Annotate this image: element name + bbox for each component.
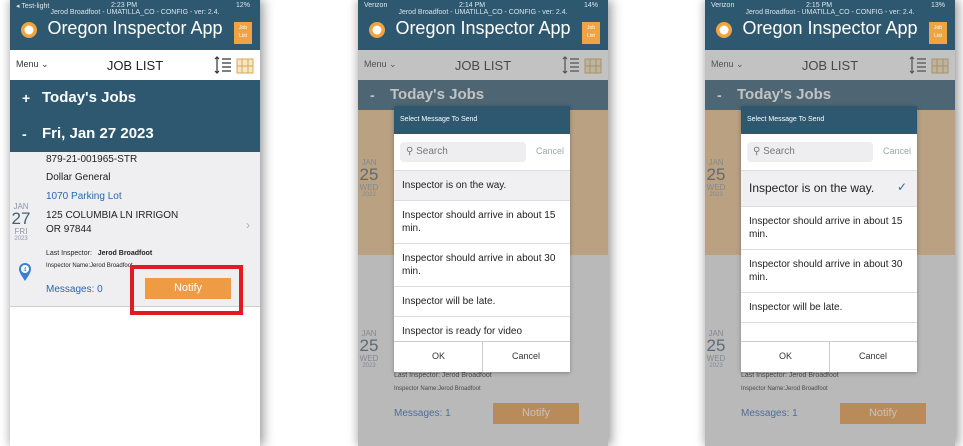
- status-bar: Verizon 2:15 PM 13%: [711, 2, 949, 9]
- message-option[interactable]: Inspector is on the way.: [394, 171, 570, 201]
- app-title: Oregon Inspector App: [395, 18, 571, 38]
- job-list-button[interactable]: Job List: [234, 22, 252, 44]
- job-id: 879-21-001965-STR: [46, 154, 138, 165]
- dialog-title: Select Message To Send: [394, 106, 570, 134]
- highlight-box: [130, 265, 243, 315]
- location-pin-icon: 4: [19, 263, 31, 281]
- app-title: Oregon Inspector App: [47, 18, 223, 38]
- job-list-button[interactable]: Job List: [582, 22, 600, 44]
- job-list-button[interactable]: Job List: [929, 22, 947, 44]
- dialog-footer: OK Cancel: [394, 341, 570, 372]
- last-inspector: Last Inspector: Jerod Broadfoot: [46, 250, 153, 257]
- battery: 14%: [583, 2, 598, 9]
- cancel-button[interactable]: Cancel: [512, 351, 540, 361]
- message-option[interactable]: Inspector should arrive in about 15 min.: [741, 207, 917, 250]
- user-config-line: Jerod Broadfoot - UMATILLA_CO - CONFIG -…: [398, 9, 568, 16]
- select-message-dialog: Select Message To Send ⚲ Search Cancel I…: [741, 106, 917, 372]
- user-config-line: Jerod Broadfoot - UMATILLA_CO - CONFIG -…: [50, 9, 220, 16]
- dialog-title: Select Message To Send: [741, 106, 917, 134]
- app-header: ◂ Test-light 2:23 PM 12% Jerod Broadfoot…: [10, 0, 260, 50]
- search-cancel-button[interactable]: Cancel: [536, 146, 564, 156]
- phone-screen-message-selected: Verizon 2:15 PM 13% Jerod Broadfoot - UM…: [705, 0, 955, 446]
- carrier: Verizon: [711, 2, 735, 9]
- search-cancel-button[interactable]: Cancel: [883, 146, 911, 156]
- message-option[interactable]: Inspector should arrive in about 30 min.: [394, 244, 570, 287]
- group-header-date[interactable]: - Fri, Jan 27 2023: [10, 116, 260, 152]
- user-config-line: Jerod Broadfoot - UMATILLA_CO - CONFIG -…: [745, 9, 915, 16]
- ok-button[interactable]: OK: [779, 351, 792, 361]
- message-option[interactable]: Inspector should arrive in about 15 min.: [394, 201, 570, 244]
- messages-link[interactable]: Messages: 0: [46, 284, 103, 295]
- search-icon: ⚲: [753, 146, 761, 157]
- sort-icon[interactable]: [214, 55, 232, 75]
- clock: 2:14 PM: [459, 2, 486, 9]
- battery: 13%: [930, 2, 945, 9]
- job-business: Dollar General: [46, 172, 111, 183]
- job-address-line2: OR 97844: [46, 224, 92, 235]
- status-bar: Verizon 2:14 PM 14%: [364, 2, 602, 9]
- divider: [482, 342, 483, 372]
- message-option[interactable]: Inspector should arrive in about 30 min.: [741, 250, 917, 293]
- divider: [829, 342, 830, 372]
- select-message-dialog: Select Message To Send ⚲ Search Cancel I…: [394, 106, 570, 372]
- dialog-footer: OK Cancel: [741, 341, 917, 372]
- search-input[interactable]: ⚲ Search: [747, 142, 873, 162]
- dialog-search-bar: ⚲ Search Cancel: [394, 134, 570, 171]
- search-icon: ⚲: [406, 146, 414, 157]
- ok-button[interactable]: OK: [432, 351, 445, 361]
- cancel-button[interactable]: Cancel: [859, 351, 887, 361]
- group-header-todays-jobs[interactable]: + Today's Jobs: [10, 80, 260, 116]
- message-option-selected[interactable]: Inspector is on the way. ✓: [741, 171, 917, 207]
- map-icon[interactable]: [236, 58, 254, 74]
- chevron-right-icon: ›: [246, 218, 250, 232]
- phone-screen-message-dialog: Verizon 2:14 PM 14% Jerod Broadfoot - UM…: [358, 0, 608, 446]
- message-option[interactable]: Inspector will be late.: [394, 287, 570, 317]
- phone-screen-job-list: ◂ Test-light 2:23 PM 12% Jerod Broadfoot…: [10, 0, 260, 446]
- app-title: Oregon Inspector App: [742, 18, 918, 38]
- checkmark-icon: ✓: [896, 180, 907, 194]
- battery: 12%: [235, 2, 250, 9]
- job-date: JAN 27 FRI 2023: [11, 202, 31, 242]
- job-card[interactable]: 879-21-001965-STR Dollar General 1070 Pa…: [10, 152, 260, 315]
- app-header: Verizon 2:14 PM 14% Jerod Broadfoot - UM…: [358, 0, 608, 50]
- dialog-search-bar: ⚲ Search Cancel: [741, 134, 917, 171]
- carrier: Verizon: [364, 2, 388, 9]
- inspector-name: Inspector Name:Jerod Broadfoot: [46, 263, 133, 269]
- job-type: 1070 Parking Lot: [46, 191, 122, 202]
- clock: 2:15 PM: [806, 2, 833, 9]
- job-address-line1: 125 COLUMBIA LN IRRIGON: [46, 210, 179, 221]
- app-header: Verizon 2:15 PM 13% Jerod Broadfoot - UM…: [705, 0, 955, 50]
- clock: 2:23 PM: [111, 2, 138, 9]
- search-input[interactable]: ⚲ Search: [400, 142, 526, 162]
- message-option[interactable]: Inspector will be late.: [741, 293, 917, 323]
- toolbar: Menu ⌄ JOB LIST: [10, 50, 260, 80]
